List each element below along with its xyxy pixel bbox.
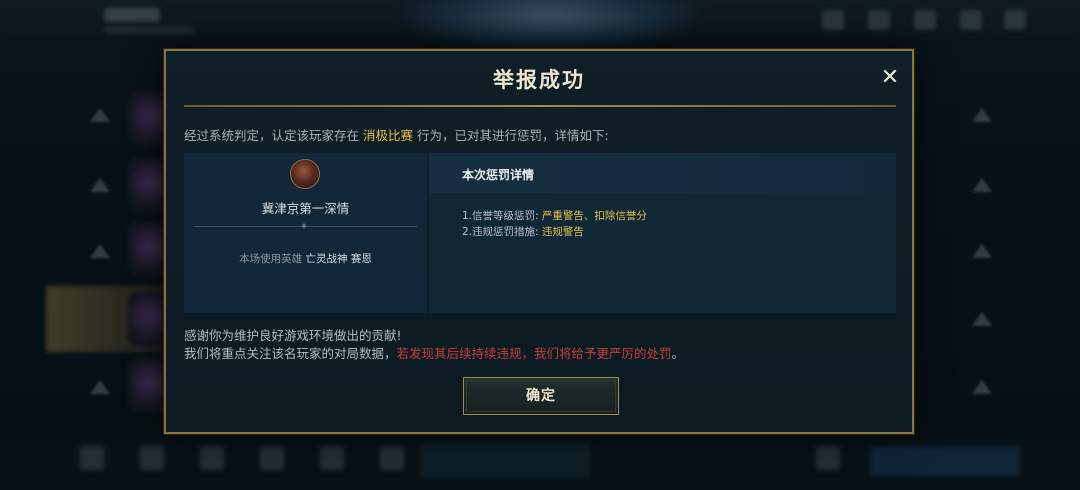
penalty-line-label: 1.信誉等级惩罚: — [462, 210, 542, 222]
penalty-details-panel: 本次惩罚详情 1.信誉等级惩罚: 严重警告、扣除信誉分 2.违规惩罚措施: 违规… — [429, 153, 896, 313]
hero-used: 本场使用英雄 亡灵战神 赛恩 — [184, 251, 427, 266]
title-divider — [184, 105, 896, 107]
hero-name: 亡灵战神 赛恩 — [305, 253, 372, 265]
confirm-button[interactable]: 确定 — [463, 377, 619, 415]
penalty-details-header: 本次惩罚详情 — [429, 153, 896, 193]
reported-player-panel: 冀津京第一深情 本场使用英雄 亡灵战神 赛恩 — [184, 153, 427, 313]
follow-up-message: 我们将重点关注该名玩家的对局数据，若发现其后续持续违规，我们将给予更严厉的处罚。 — [184, 343, 684, 362]
follow-up-suffix: 。 — [671, 346, 685, 361]
penalty-line-label: 2.违规惩罚措施: — [462, 226, 542, 238]
verdict-suffix: 行为，已对其进行惩罚，详情如下: — [413, 128, 609, 143]
verdict-text: 经过系统判定，认定该玩家存在 消极比赛 行为，已对其进行惩罚，详情如下: — [184, 125, 896, 145]
violation-type: 消极比赛 — [362, 128, 413, 143]
penalty-details-title: 本次惩罚详情 — [462, 168, 535, 182]
thanks-message: 感谢你为维护良好游戏环境做出的贡献! — [184, 328, 402, 343]
follow-up-prefix: 我们将重点关注该名玩家的对局数据， — [184, 346, 397, 361]
penalty-line-measure: 2.违规惩罚措施: 违规警告 — [462, 224, 584, 239]
follow-up-warning: 若发现其后续持续违规，我们将给予更严厉的处罚 — [396, 346, 672, 361]
report-success-dialog: 举报成功 ✕ 经过系统判定，认定该玩家存在 消极比赛 行为，已对其进行惩罚，详情… — [164, 49, 914, 434]
hero-prefix: 本场使用英雄 — [239, 253, 306, 265]
player-name: 冀津京第一深情 — [261, 201, 350, 216]
penalty-line-credit: 1.信誉等级惩罚: 严重警告、扣除信誉分 — [462, 208, 647, 223]
verdict-prefix: 经过系统判定，认定该玩家存在 — [184, 128, 363, 143]
dialog-title: 举报成功 — [493, 68, 585, 92]
penalty-line-value: 违规警告 — [541, 226, 584, 238]
player-avatar — [290, 159, 320, 189]
penalty-line-value: 严重警告、扣除信誉分 — [541, 210, 647, 222]
close-icon[interactable]: ✕ — [878, 66, 902, 90]
divider-diamond-icon — [301, 223, 307, 229]
